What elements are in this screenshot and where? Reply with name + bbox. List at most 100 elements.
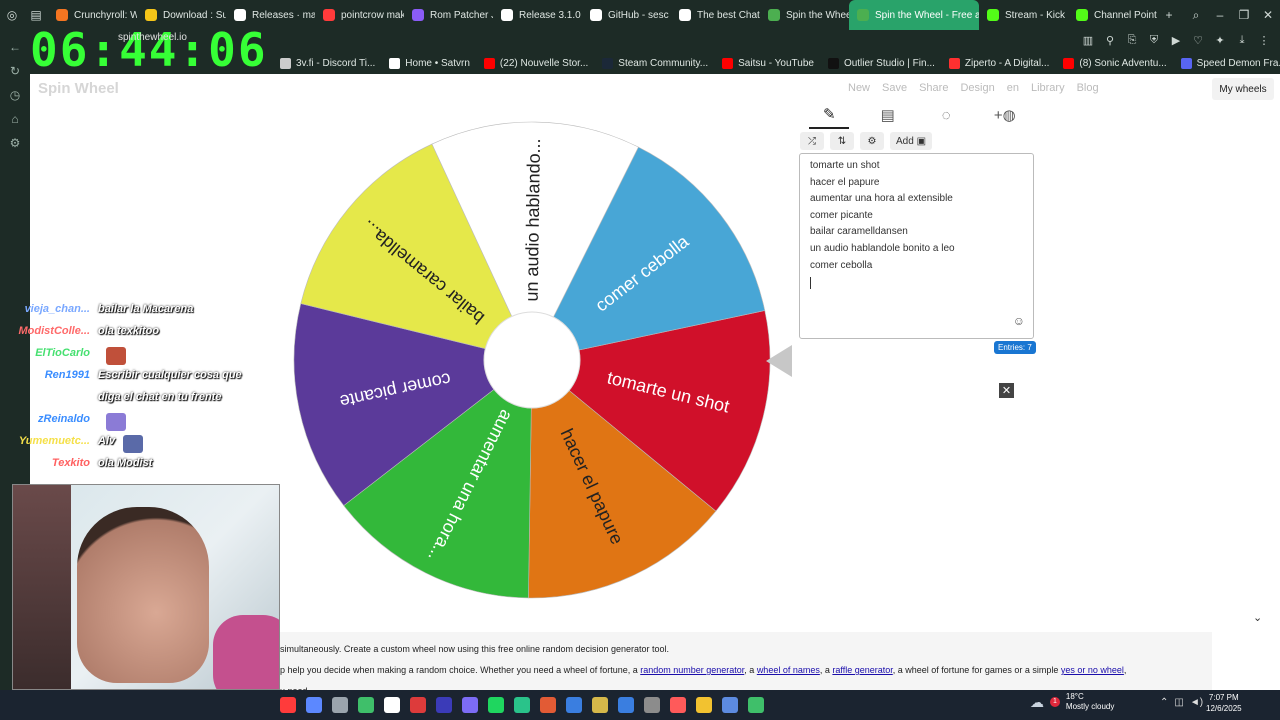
volume-icon[interactable]: ◄) (1190, 697, 1203, 708)
tab-label: Stream - Kick (1005, 9, 1066, 21)
toolbar-item-new[interactable]: New (848, 82, 870, 94)
taskbar-app-icon[interactable] (644, 697, 660, 713)
toolbar-item-design[interactable]: Design (960, 82, 994, 94)
browser-tab[interactable]: pointcrow mak (315, 0, 404, 30)
taskbar-app-icon[interactable] (670, 697, 686, 713)
taskbar-app-icon[interactable] (306, 697, 322, 713)
entry-list: tomarte un shot hacer el papure aumentar u… (810, 158, 1023, 274)
toolbar-item-save[interactable]: Save (882, 82, 907, 94)
taskbar-app-icon[interactable] (618, 697, 634, 713)
entries-textarea[interactable]: tomarte un shot hacer el papure aumentar u… (799, 153, 1034, 339)
hide-icon[interactable]: ◌ (926, 107, 966, 128)
bookmark-item[interactable]: 3v.fi - Discord Ti... (280, 57, 375, 69)
more-icon[interactable]: ⋮ (1256, 32, 1272, 48)
taskbar-app-icon[interactable] (358, 697, 374, 713)
pin-icon[interactable]: ⚲ (1102, 32, 1118, 48)
screenshot-icon[interactable]: ⎘ (1124, 32, 1140, 48)
bookmark-item[interactable]: Ziperto - A Digital... (948, 57, 1049, 69)
close-window-icon[interactable]: ✕ (1259, 6, 1277, 24)
browser-menu-icon[interactable]: ◎ (3, 6, 21, 24)
bookmarks-sidebar-icon[interactable]: ⌂ (11, 112, 18, 126)
toolbar-item-library[interactable]: Library (1031, 82, 1065, 94)
browser-tab[interactable]: Stream - Kick (979, 0, 1068, 30)
browser-tab[interactable]: Spin the Whee (760, 0, 849, 30)
browser-tab[interactable]: GitHub - sesc (582, 0, 671, 30)
bookmark-item[interactable]: Saitsu - YouTube (722, 57, 814, 69)
history-icon[interactable]: ◷ (10, 88, 20, 102)
bookmark-label: Speed Demon Fra... (1196, 57, 1280, 69)
minimize-icon[interactable]: – (1211, 6, 1229, 24)
tab-favicon-icon (679, 9, 691, 21)
clipboard-icon[interactable]: ▤ (868, 106, 908, 128)
my-wheels-button[interactable]: My wheels (1212, 78, 1274, 100)
taskbar-app-icon[interactable] (540, 697, 556, 713)
taskbar-app-icon[interactable] (514, 697, 530, 713)
wheel-center-hub[interactable] (483, 311, 581, 409)
emoji-icon[interactable]: ☺ (1013, 313, 1025, 330)
taskbar-app-icon[interactable] (566, 697, 582, 713)
bookmark-item[interactable]: (22) Nouvelle Stor... (483, 57, 588, 69)
link-raffle-generator[interactable]: raffle generator (832, 665, 892, 675)
settings-gear-button[interactable]: ⚙ (860, 132, 884, 150)
taskbar-clock[interactable]: 7:07 PM 12/6/2025 (1206, 692, 1242, 714)
taskbar-app-icon[interactable] (748, 697, 764, 713)
shield-icon[interactable]: ⛨ (1146, 32, 1162, 48)
browser-tab[interactable]: Release 3.1.0 (493, 0, 582, 30)
weather-info: 18°C Mostly cloudy (1066, 692, 1114, 712)
taskbar-app-icon[interactable] (280, 697, 296, 713)
toolbar-item-en[interactable]: en (1007, 82, 1019, 94)
sort-button[interactable]: ⇅ (830, 132, 854, 150)
new-tab-icon[interactable]: + (1160, 6, 1178, 24)
toolbar-item-blog[interactable]: Blog (1077, 82, 1099, 94)
site-logo[interactable]: Spin Wheel (38, 80, 119, 97)
taskbar-app-icon[interactable] (696, 697, 712, 713)
address-url[interactable]: spinthewheel.io (118, 32, 187, 43)
taskbar-app-icon[interactable] (462, 697, 478, 713)
browser-tab[interactable]: The best Chat (671, 0, 760, 30)
link-yes-or-no-wheel[interactable]: yes or no wheel (1061, 665, 1124, 675)
tab-favicon-icon (1076, 9, 1088, 21)
heart-icon[interactable]: ♡ (1190, 32, 1206, 48)
browser-tab[interactable]: Spin the Wheel - Free an (849, 0, 979, 30)
wheel-svg[interactable]: tomarte un shothacer el papureaumentar u… (292, 120, 772, 600)
link-wheel-of-names[interactable]: wheel of names (757, 665, 820, 675)
tray-chevron-icon[interactable]: ⌃ (1160, 697, 1168, 708)
taskbar-app-icon[interactable] (332, 697, 348, 713)
sidebar-toggle-icon[interactable]: ▥ (1080, 32, 1096, 48)
browser-tab[interactable]: Channel Points (1068, 0, 1157, 30)
bookmark-item[interactable]: (8) Sonic Adventu... (1063, 57, 1167, 69)
close-ad-icon[interactable]: ✕ (999, 383, 1014, 398)
network-icon[interactable]: ◫ (1174, 697, 1183, 708)
play-icon[interactable]: ▶ (1168, 32, 1184, 48)
taskbar-app-icon[interactable] (436, 697, 452, 713)
download-icon[interactable]: ⤓ (1234, 32, 1250, 48)
taskbar-app-icon[interactable] (410, 697, 426, 713)
spin-wheel[interactable]: tomarte un shot hacer el papure aumentar u… (292, 120, 772, 600)
add-color-icon[interactable]: +◍ (985, 106, 1025, 128)
bookmark-item[interactable]: Outlier Studio | Fin... (827, 57, 935, 69)
extension-icon[interactable]: ✦ (1212, 32, 1228, 48)
chevron-down-icon[interactable]: ⌄ (1253, 611, 1262, 624)
taskbar-app-icon[interactable] (488, 697, 504, 713)
bookmark-item[interactable]: Home • Satvrn (389, 57, 470, 69)
shuffle-button[interactable]: ⤮ (800, 132, 824, 150)
reload-icon[interactable]: ↻ (10, 64, 20, 78)
workspaces-icon[interactable]: ▤ (27, 6, 45, 24)
taskbar-app-icon[interactable] (592, 697, 608, 713)
add-image-button[interactable]: Add ▣ (890, 132, 933, 150)
bookmark-item[interactable]: Steam Community... (602, 57, 708, 69)
edit-icon[interactable]: ✎ (809, 105, 850, 129)
taskbar-app-icon[interactable] (722, 697, 738, 713)
back-icon[interactable]: ← (9, 40, 21, 54)
maximize-icon[interactable]: ❐ (1235, 6, 1253, 24)
link-random-number-generator[interactable]: random number generator (640, 665, 744, 675)
toolbar-item-share[interactable]: Share (919, 82, 948, 94)
settings-icon[interactable]: ⚙ (10, 136, 21, 150)
taskbar-app-icon[interactable] (384, 697, 400, 713)
browser-tab[interactable]: Rom Patcher J (404, 0, 493, 30)
description-text: p help you decide when making a random c… (280, 665, 641, 675)
weather-widget[interactable]: ☁ 1 18°C Mostly cloudy (1030, 692, 1114, 712)
entry-line: bailar caramelldansen (810, 226, 908, 238)
search-tabs-icon[interactable]: ⌕ (1187, 6, 1205, 24)
bookmark-item[interactable]: Speed Demon Fra... (1180, 57, 1280, 69)
